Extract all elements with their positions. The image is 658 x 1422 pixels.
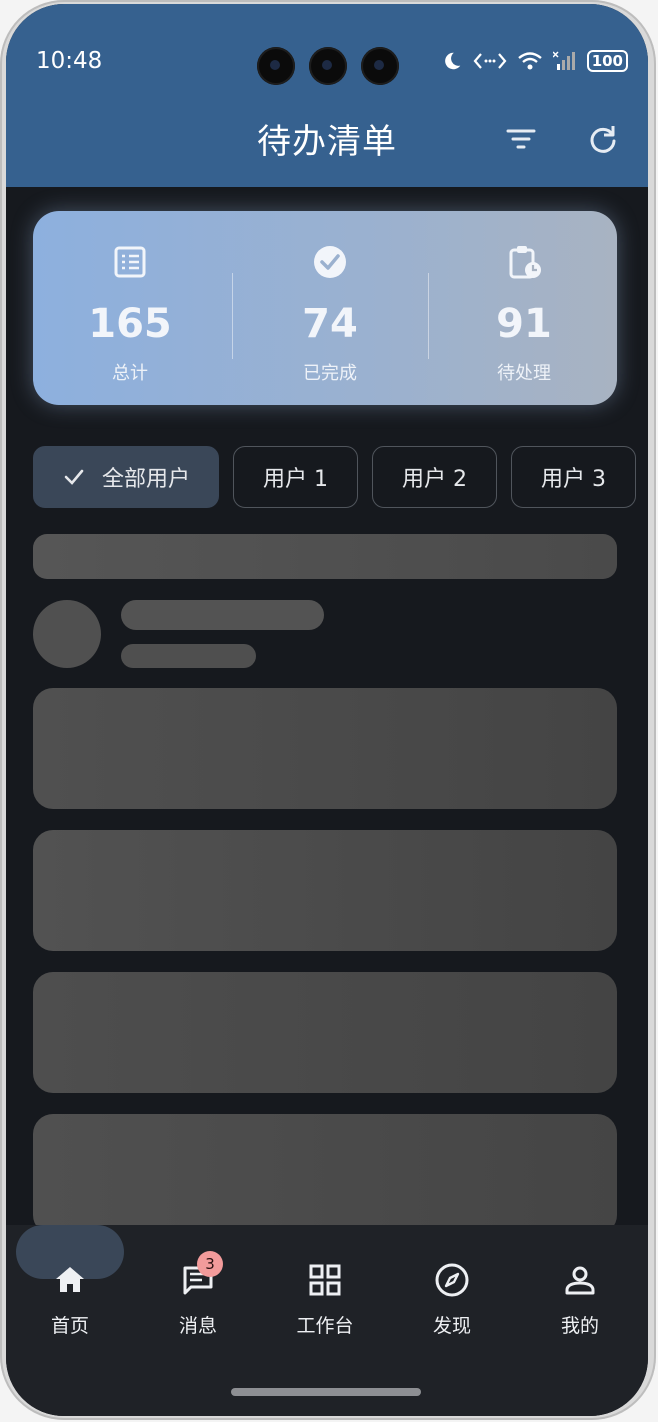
filter-chip-user-2[interactable]: 用户 2 [372, 446, 497, 508]
nav-label: 首页 [50, 1315, 89, 1337]
camera-lens [309, 47, 347, 85]
nav-home[interactable]: 首页 [15, 1249, 125, 1339]
nav-workbench[interactable]: 工作台 [270, 1249, 380, 1339]
grid-icon [309, 1264, 341, 1296]
data-transfer-icon [473, 53, 507, 69]
stat-label: 待处理 [497, 363, 551, 384]
stat-completed: 74 已完成 [233, 211, 427, 405]
battery-indicator: 100 [586, 50, 628, 72]
skeleton-card [33, 688, 617, 809]
signal-icon [552, 51, 575, 70]
app-header: 10:48 100 待办清单 [6, 4, 648, 187]
stat-value: 165 [88, 301, 172, 347]
camera-lens [257, 47, 295, 85]
chip-label: 用户 1 [263, 467, 328, 492]
chip-label: 全部用户 [101, 467, 190, 492]
nav-label: 发现 [432, 1315, 471, 1337]
page-title: 待办清单 [257, 122, 397, 162]
skeleton-line [121, 644, 256, 668]
stats-card: 165 总计 74 已完成 91 待处理 [33, 211, 617, 405]
pending-clipboard-icon [509, 246, 541, 279]
skeleton-avatar [33, 600, 101, 668]
stat-value: 91 [496, 301, 552, 347]
nav-label: 工作台 [296, 1315, 354, 1337]
camera-cutout [257, 47, 399, 85]
moon-icon [444, 52, 460, 70]
wifi-icon [517, 52, 542, 70]
filter-chip-user-3[interactable]: 用户 3 [511, 446, 636, 508]
message-badge: 3 [197, 1251, 223, 1277]
home-icon [56, 1267, 84, 1292]
stat-label: 总计 [112, 363, 148, 384]
filter-chip-all-users[interactable]: 全部用户 [33, 446, 219, 508]
skeleton-card [33, 1114, 617, 1235]
skeleton-bar [33, 534, 617, 579]
filter-icon[interactable] [504, 122, 538, 156]
stat-total: 165 总计 [33, 211, 227, 405]
nav-profile[interactable]: 我的 [525, 1249, 635, 1339]
chip-label: 用户 2 [402, 467, 467, 492]
stat-value: 74 [302, 301, 358, 347]
nav-discover[interactable]: 发现 [397, 1249, 507, 1339]
camera-lens [361, 47, 399, 85]
status-icons: 100 [441, 50, 628, 72]
compass-icon [435, 1263, 469, 1297]
filter-chip-user-1[interactable]: 用户 1 [233, 446, 358, 508]
status-time: 10:48 [36, 48, 103, 74]
list-icon [114, 246, 146, 278]
skeleton-card [33, 972, 617, 1093]
skeleton-card [33, 830, 617, 951]
stat-label: 已完成 [303, 363, 357, 384]
chip-label: 用户 3 [541, 467, 606, 492]
refresh-icon[interactable] [586, 122, 620, 156]
check-circle-icon [314, 246, 346, 278]
home-indicator[interactable] [231, 1388, 421, 1396]
person-icon [565, 1266, 595, 1295]
stat-pending: 91 待处理 [427, 211, 621, 405]
nav-label: 消息 [178, 1315, 217, 1337]
check-icon [64, 469, 84, 485]
skeleton-line [121, 600, 324, 630]
nav-label: 我的 [560, 1315, 599, 1337]
app-screen: 10:48 100 待办清单 165 总计 74 已完成 91 待处理 全部用户… [6, 4, 648, 1416]
